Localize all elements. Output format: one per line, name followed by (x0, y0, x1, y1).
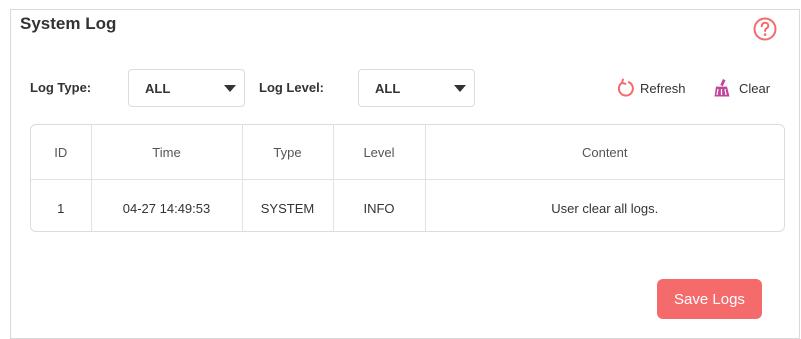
log-level-label: Log Level: (259, 80, 325, 95)
broom-icon (714, 79, 730, 97)
chevron-down-icon (224, 85, 236, 92)
help-icon[interactable] (753, 17, 777, 41)
chevron-down-icon (454, 85, 466, 92)
log-type-select[interactable]: ALL (128, 69, 245, 107)
column-header-id: ID (31, 125, 92, 180)
log-table: ID Time Type Level Content 1 04-27 14:49… (30, 124, 785, 232)
cell-time: 04-27 14:49:53 (91, 179, 243, 231)
cell-content: User clear all logs. (551, 200, 659, 216)
column-header-type: Type (242, 125, 334, 180)
save-logs-button[interactable]: Save Logs (657, 279, 762, 319)
column-header-time: Time (91, 125, 243, 180)
log-level-select[interactable]: ALL (358, 69, 475, 107)
cell-level: INFO (333, 179, 426, 231)
column-header-content: Content (425, 125, 784, 180)
cell-type: SYSTEM (242, 179, 334, 231)
table-row: 1 04-27 14:49:53 SYSTEM INFO User clear … (31, 179, 784, 231)
clear-button[interactable]: Clear (713, 78, 770, 98)
log-level-value: ALL (375, 81, 401, 96)
clear-label: Clear (739, 80, 771, 96)
cell-id: 1 (31, 179, 92, 231)
table-header-row: ID Time Type Level Content (31, 125, 784, 180)
refresh-icon (617, 78, 634, 97)
refresh-button[interactable]: Refresh (616, 78, 686, 98)
log-type-label: Log Type: (30, 80, 92, 95)
column-header-level: Level (333, 125, 426, 180)
page-title: System Log (20, 14, 117, 33)
refresh-label: Refresh (640, 80, 686, 96)
log-type-value: ALL (145, 81, 171, 96)
